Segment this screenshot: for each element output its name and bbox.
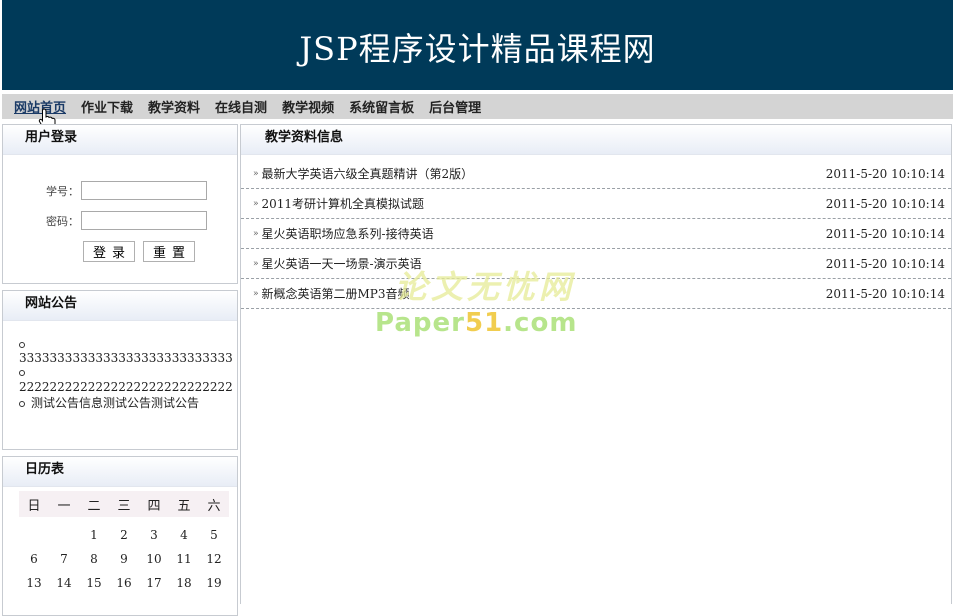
double-arrow-icon: » [253,288,259,299]
calendar-day[interactable]: 4 [169,528,199,542]
nav-message-board[interactable]: 系统留言板 [349,97,414,116]
calendar-day[interactable]: 8 [79,552,109,566]
notice-item[interactable]: 测试公告信息测试公告测试公告 [19,394,237,423]
notice-item[interactable]: 3333333333333333333333333333 [19,337,237,366]
login-button[interactable]: 登录 [83,241,135,262]
calendar-day[interactable]: 19 [199,576,229,590]
bullet-icon [19,341,25,348]
weekday: 四 [147,498,161,514]
notice-list: 3333333333333333333333333333 22222222222… [19,337,237,423]
calendar-day[interactable]: 15 [79,576,109,590]
site-header: JSP程序设计精品课程网 [2,0,953,90]
reset-button[interactable]: 重置 [143,241,195,262]
nav-homework-download[interactable]: 作业下载 [81,97,133,116]
login-buttons: 登录 重置 [83,241,195,262]
material-date: 2011-5-20 10:10:14 [825,196,945,211]
calendar-day[interactable]: 6 [19,552,49,566]
material-link[interactable]: 星火英语一天一场景-演示英语 [262,255,422,272]
student-id-input[interactable] [81,181,207,200]
calendar-grid: 日 一 二 三 四 五 六 1 2 3 4 5 6 7 8 9 10 11 12 [19,491,229,595]
password-row: 密码： [3,211,239,230]
weekday: 五 [177,498,191,514]
material-date: 2011-5-20 10:10:14 [825,256,945,271]
materials-list: » 最新大学英语六级全真题精讲（第2版） 2011-5-20 10:10:14 »… [241,159,951,309]
student-id-label: 学号： [46,184,79,198]
nav-online-test[interactable]: 在线自测 [215,97,267,116]
notice-panel: 网站公告 3333333333333333333333333333 222222… [2,290,238,450]
login-panel: 用户登录 学号： 密码： 登录 重置 [2,124,238,284]
calendar-week-row: 6 7 8 9 10 11 12 [19,547,229,571]
material-link[interactable]: 星火英语职场应急系列-接待英语 [262,225,434,242]
list-item[interactable]: » 星火英语一天一场景-演示英语 2011-5-20 10:10:14 [241,249,951,279]
notice-item[interactable]: 2222222222222222222222222222 [19,366,237,395]
list-item[interactable]: » 最新大学英语六级全真题精讲（第2版） 2011-5-20 10:10:14 [241,159,951,189]
calendar-day[interactable]: 16 [109,576,139,590]
calendar-day[interactable]: 5 [199,528,229,542]
material-date: 2011-5-20 10:10:14 [825,226,945,241]
calendar-panel: 日历表 日 一 二 三 四 五 六 1 2 3 4 5 6 7 8 9 10 1… [2,456,238,616]
calendar-day[interactable]: 10 [139,552,169,566]
weekday: 一 [57,498,71,514]
site-title: JSP程序设计精品课程网 [299,30,656,68]
student-id-row: 学号： [3,181,239,200]
login-panel-title: 用户登录 [3,125,237,155]
weekday: 日 [27,498,41,514]
main-nav: 网站首页 作业下载 教学资料 在线自测 教学视频 系统留言板 后台管理 [2,94,953,119]
material-link[interactable]: 2011考研计算机全真模拟试题 [262,195,425,212]
calendar-week-row: 13 14 15 16 17 18 19 [19,571,229,595]
nav-teaching-materials[interactable]: 教学资料 [148,97,200,116]
double-arrow-icon: » [253,228,259,239]
calendar-day[interactable]: 1 [79,528,109,542]
nav-teaching-video[interactable]: 教学视频 [282,97,334,116]
weekday: 六 [207,498,221,514]
notice-panel-title: 网站公告 [3,291,237,321]
bullet-icon [19,400,25,407]
list-item[interactable]: » 星火英语职场应急系列-接待英语 2011-5-20 10:10:14 [241,219,951,249]
calendar-day[interactable]: 13 [19,576,49,590]
list-item[interactable]: » 新概念英语第二册MP3音频 2011-5-20 10:10:14 [241,279,951,309]
calendar-day[interactable]: 3 [139,528,169,542]
material-link[interactable]: 新概念英语第二册MP3音频 [262,285,410,302]
calendar-week-row: 1 2 3 4 5 [19,523,229,547]
calendar-day[interactable]: 2 [109,528,139,542]
calendar-day[interactable]: 17 [139,576,169,590]
bullet-icon [19,370,25,376]
double-arrow-icon: » [253,198,259,209]
double-arrow-icon: » [253,168,259,179]
weekday: 三 [117,498,131,514]
material-date: 2011-5-20 10:10:14 [825,286,945,301]
calendar-day[interactable]: 9 [109,552,139,566]
password-input[interactable] [81,211,207,230]
calendar-panel-title: 日历表 [3,457,237,487]
calendar-day[interactable]: 7 [49,552,79,566]
calendar-day[interactable]: 14 [49,576,79,590]
weekday: 二 [87,498,101,514]
password-label: 密码： [46,214,79,228]
material-date: 2011-5-20 10:10:14 [825,166,945,181]
calendar-day[interactable]: 18 [169,576,199,590]
materials-panel: 教学资料信息 » 最新大学英语六级全真题精讲（第2版） 2011-5-20 10:… [240,124,952,604]
material-link[interactable]: 最新大学英语六级全真题精讲（第2版） [262,165,474,182]
nav-admin[interactable]: 后台管理 [429,97,481,116]
materials-panel-title: 教学资料信息 [241,125,951,155]
calendar-day[interactable]: 11 [169,552,199,566]
calendar-weekday-row: 日 一 二 三 四 五 六 [19,491,229,517]
calendar-day[interactable]: 12 [199,552,229,566]
list-item[interactable]: » 2011考研计算机全真模拟试题 2011-5-20 10:10:14 [241,189,951,219]
double-arrow-icon: » [253,258,259,269]
